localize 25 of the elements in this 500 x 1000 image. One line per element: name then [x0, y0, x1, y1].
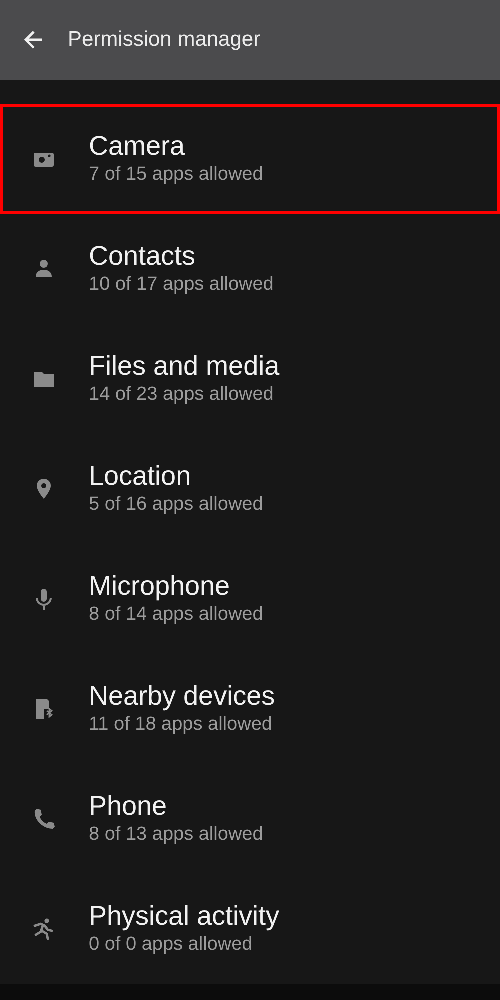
permission-title: Files and media — [89, 350, 280, 383]
permission-title: Location — [89, 460, 192, 493]
permission-item[interactable]: Microphone 8 of 14 apps allowed — [0, 544, 500, 654]
permission-summary: 14 of 23 apps allowed — [89, 382, 275, 407]
permission-item[interactable]: Physical activity 0 of 0 apps allowed — [0, 874, 500, 984]
permission-title: Phone — [89, 790, 168, 823]
permission-item[interactable]: Files and media 14 of 23 apps allowed — [0, 324, 500, 434]
permission-title: Camera — [89, 130, 186, 163]
permission-summary: 0 of 0 apps allowed — [89, 932, 254, 957]
permission-title: Contacts — [89, 240, 197, 273]
permission-summary: 8 of 14 apps allowed — [89, 602, 264, 627]
permission-title: Physical activity — [89, 900, 280, 933]
permission-item[interactable]: Contacts 10 of 17 apps allowed — [0, 214, 500, 324]
permission-summary: 8 of 13 apps allowed — [89, 822, 264, 847]
permission-title: Microphone — [89, 570, 232, 603]
permission-item[interactable]: Nearby devices 11 of 18 apps allowed — [0, 654, 500, 764]
permission-item[interactable]: Phone 8 of 13 apps allowed — [0, 764, 500, 874]
permission-summary: 7 of 15 apps allowed — [89, 162, 264, 187]
permission-summary: 11 of 18 apps allowed — [89, 712, 274, 737]
permission-item[interactable]: Camera 7 of 15 apps allowed — [0, 104, 500, 214]
permission-item[interactable]: Location 5 of 16 apps allowed — [0, 434, 500, 544]
permission-summary: 5 of 16 apps allowed — [89, 492, 264, 517]
permission-summary: 10 of 17 apps allowed — [89, 272, 274, 297]
screen-title: Permission manager — [68, 27, 261, 54]
permission-title: Nearby devices — [89, 680, 276, 713]
